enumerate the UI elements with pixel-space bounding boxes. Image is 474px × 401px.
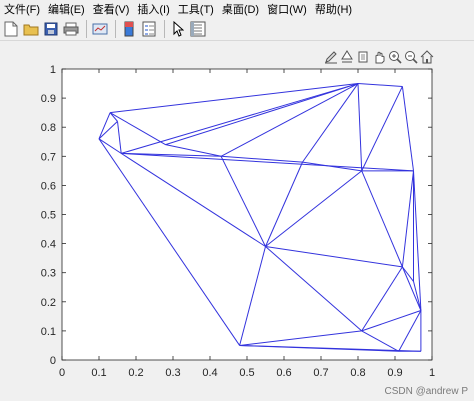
watermark-text: CSDN @andrew P xyxy=(384,386,468,397)
y-tick-label: 0 xyxy=(50,355,56,367)
colorbar-icon[interactable] xyxy=(120,20,138,38)
y-tick-label: 0.3 xyxy=(41,268,56,280)
y-tick-label: 0.1 xyxy=(41,326,56,338)
menu-insert[interactable]: 插入(I) xyxy=(133,1,173,17)
y-tick-label: 1 xyxy=(50,64,56,76)
toolbar-separator xyxy=(164,19,165,38)
y-tick-label: 0.8 xyxy=(41,122,56,134)
y-tick-label: 0.4 xyxy=(41,239,56,251)
new-file-icon[interactable] xyxy=(2,20,20,38)
x-tick-label: 0.3 xyxy=(165,367,180,379)
x-tick-label: 0.9 xyxy=(387,367,402,379)
x-tick-label: 0.8 xyxy=(350,367,365,379)
plot-canvas[interactable]: 0 0.1 0.2 0.3 0.4 0.5 0.6 0.7 0.8 0.9 1 0 0.1 0.2 0.3 0… xyxy=(0,42,474,401)
menu-tools[interactable]: 工具(T) xyxy=(174,1,218,17)
menu-edit[interactable]: 编辑(E) xyxy=(44,1,89,17)
menu-view[interactable]: 查看(V) xyxy=(89,1,134,17)
figure-toolbar xyxy=(0,17,474,41)
y-tick-label: 0.9 xyxy=(41,93,56,105)
x-tick-label: 0.7 xyxy=(313,367,328,379)
link-plot-icon[interactable] xyxy=(91,20,109,38)
menu-bar: 文件(F) 编辑(E) 查看(V) 插入(I) 工具(T) 桌面(D) 窗口(W… xyxy=(0,0,474,17)
figure-area: 0 0.1 0.2 0.3 0.4 0.5 0.6 0.7 0.8 0.9 1 0 0.1 0.2 0.3 0… xyxy=(0,42,474,401)
pointer-icon[interactable] xyxy=(169,20,187,38)
x-tick-label: 0.4 xyxy=(202,367,217,379)
x-tick-label: 0.2 xyxy=(128,367,143,379)
menu-file[interactable]: 文件(F) xyxy=(0,1,44,17)
x-tick-label: 0 xyxy=(59,367,65,379)
menu-window[interactable]: 窗口(W) xyxy=(263,1,311,17)
print-icon[interactable] xyxy=(62,20,80,38)
legend-icon[interactable] xyxy=(140,20,158,38)
y-tick-label: 0.5 xyxy=(41,210,56,222)
toolbar-separator xyxy=(86,19,87,38)
open-file-icon[interactable] xyxy=(22,20,40,38)
y-tick-label: 0.7 xyxy=(41,151,56,163)
x-tick-label: 0.5 xyxy=(239,367,254,379)
x-tick-label: 0.1 xyxy=(91,367,106,379)
menu-desktop[interactable]: 桌面(D) xyxy=(218,1,263,17)
save-icon[interactable] xyxy=(42,20,60,38)
toolbar-separator xyxy=(115,19,116,38)
x-tick-label: 1 xyxy=(429,367,435,379)
y-tick-label: 0.2 xyxy=(41,297,56,309)
y-tick-label: 0.6 xyxy=(41,180,56,192)
x-tick-label: 0.6 xyxy=(276,367,291,379)
property-inspector-icon[interactable] xyxy=(189,20,207,38)
menu-help[interactable]: 帮助(H) xyxy=(311,1,356,17)
